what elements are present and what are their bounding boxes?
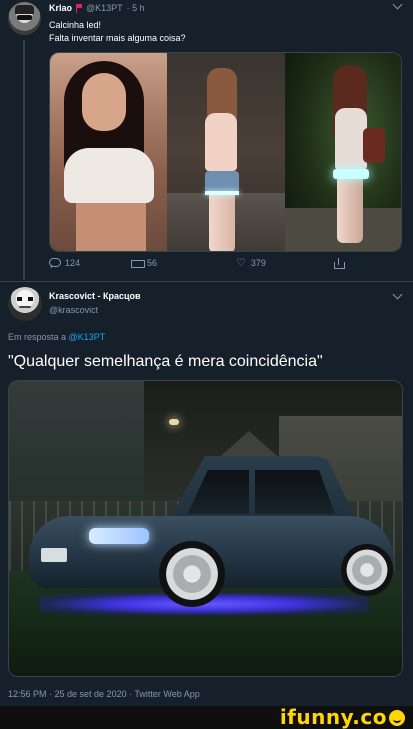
tweet-original[interactable]: Krlao @K13PT · 5 h Calcinha led! Falta i… (0, 0, 413, 282)
photo-panel-3[interactable] (285, 53, 401, 251)
photo-detail (169, 419, 179, 425)
tweet-text: "Qualquer semelhança é mera coincidência… (8, 353, 323, 370)
retweet-button[interactable]: 56 (131, 258, 157, 268)
photo-panel-1[interactable] (50, 53, 167, 251)
tweet-photo[interactable] (8, 380, 403, 677)
flag-icon (76, 3, 83, 13)
ifunny-watermark: ifunny.co (280, 706, 405, 729)
avatar-sunglasses (17, 15, 32, 20)
divider (0, 281, 413, 282)
author-handle[interactable]: @krascovict (49, 305, 98, 315)
watermark-bar: ifunny.co (0, 706, 413, 729)
retweet-icon (131, 258, 145, 268)
caret-down-icon[interactable] (392, 289, 403, 300)
reply-count: 124 (65, 258, 81, 268)
tweet-text-line-1: Calcinha led! (49, 20, 102, 30)
author-name[interactable]: Krascovict - Красцов (49, 291, 141, 301)
share-button[interactable] (333, 258, 345, 269)
tweet-header: Krlao @K13PT · 5 h (49, 3, 145, 13)
photo-detail (333, 169, 369, 179)
author-name[interactable]: Krlao (49, 3, 72, 13)
reply-button[interactable]: 124 (49, 258, 80, 268)
photo-car (29, 456, 394, 607)
photo-detail (64, 148, 154, 203)
caret-down-icon[interactable] (392, 0, 403, 10)
tweet-time[interactable]: · 5 h (127, 3, 145, 13)
share-icon (333, 258, 345, 269)
retweet-count: 56 (147, 258, 158, 268)
photo-detail (205, 171, 239, 193)
tweet-actions: 124 56 ♡ 379 (49, 258, 349, 272)
avatar[interactable] (8, 2, 41, 35)
watermark-text: ifunny.co (279, 705, 387, 729)
author-handle[interactable]: @K13PT (86, 3, 123, 13)
photo-detail (205, 191, 239, 195)
photo-detail (363, 128, 385, 163)
like-count: 379 (250, 258, 266, 268)
tweet-photo-grid[interactable] (49, 52, 402, 252)
photo-detail (89, 528, 149, 544)
smiley-icon (389, 710, 405, 726)
reply-prefix: Em resposta a (8, 332, 67, 342)
like-button[interactable]: ♡ 379 (236, 257, 266, 269)
photo-detail (41, 548, 67, 562)
photo-detail (82, 73, 126, 131)
reply-icon (49, 258, 61, 268)
photo-detail (337, 173, 363, 243)
photo-detail (341, 544, 393, 596)
photo-detail (205, 113, 237, 171)
photo-detail (159, 541, 225, 607)
reply-target-link[interactable]: @K13PT (69, 332, 106, 342)
avatar-mouth (19, 306, 31, 308)
avatar[interactable] (8, 287, 42, 321)
tweet-timestamp[interactable]: 12:56 PM · 25 de set de 2020 · Twitter W… (8, 689, 200, 699)
photo-panel-2[interactable] (167, 53, 285, 251)
heart-icon: ♡ (236, 257, 246, 269)
tweet-text-line-2: Falta inventar mais alguma coisa? (49, 33, 186, 43)
avatar-eyes (17, 297, 33, 301)
photo-detail (76, 203, 146, 251)
avatar-hat (15, 5, 34, 14)
thread-line (23, 40, 25, 280)
reply-context: Em resposta a @K13PT (8, 332, 105, 342)
